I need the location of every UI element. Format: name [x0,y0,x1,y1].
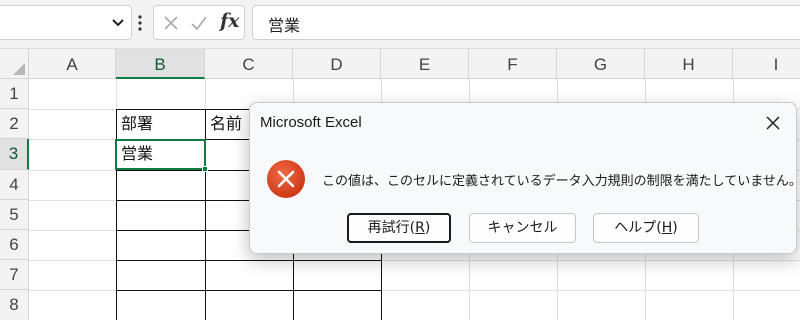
column-header-h[interactable]: H [645,49,733,79]
column-header-d[interactable]: D [293,49,381,79]
row-header-3[interactable]: 3 [0,139,29,170]
select-all-triangle-icon [13,63,25,75]
column-header-a[interactable]: A [29,49,116,79]
row-header-7[interactable]: 7 [0,260,29,290]
cell-c8[interactable] [205,290,294,320]
more-options-icon[interactable] [137,13,143,33]
cell-b7[interactable] [116,260,206,291]
row-header-1[interactable]: 1 [0,79,29,109]
cell-c7[interactable] [205,260,294,291]
cell-b5[interactable] [116,200,206,231]
row-header-4[interactable]: 4 [0,170,29,200]
help-button-paren: ) [672,220,678,236]
cell-d7[interactable] [293,260,382,291]
column-header-f[interactable]: F [469,49,557,79]
select-all-corner[interactable] [0,49,29,79]
retry-button-paren: ) [424,220,431,236]
cancel-icon[interactable] [162,14,180,32]
column-header-c[interactable]: C [205,49,293,79]
cell-b2-text: 部署 [121,114,154,133]
dialog-message: この値は、このセルに定義されているデータ入力規則の制限を満たしていません。 [322,174,800,189]
insert-function-icon[interactable]: fx [220,10,240,32]
column-header-e[interactable]: E [381,49,469,79]
help-button-accel: H [661,220,673,236]
formula-bar: fx 営業 [0,0,800,48]
row-header-2[interactable]: 2 [0,109,29,139]
row-header-5[interactable]: 5 [0,200,29,230]
formula-buttons: fx [153,5,245,40]
check-icon[interactable] [190,14,208,32]
row-header-6[interactable]: 6 [0,230,29,260]
help-button-label: ヘルプ( [614,220,662,236]
cell-b8[interactable] [116,290,206,320]
cell-b6[interactable] [116,230,206,261]
active-cell-cursor [115,139,208,172]
column-header-b[interactable]: B [116,49,205,79]
cancel-button[interactable]: キャンセル [469,213,576,243]
error-dialog: Microsoft Excel この値は、このセルに定義されているデータ入力規則… [249,102,800,254]
column-header-i[interactable]: I [733,49,800,79]
cell-b4[interactable] [116,170,206,201]
close-icon[interactable] [760,111,786,135]
retry-button[interactable]: 再試行(R) [347,213,451,243]
error-icon [267,160,305,198]
help-button[interactable]: ヘルプ(H) [593,213,699,243]
row-header-8[interactable]: 8 [0,290,29,320]
column-header-g[interactable]: G [557,49,645,79]
retry-button-accel: R [415,220,425,236]
fill-handle[interactable] [202,166,208,172]
formula-input[interactable]: 営業 [252,5,800,40]
name-box[interactable] [0,5,132,40]
cell-c2-text: 名前 [210,114,243,133]
cell-d8[interactable] [293,290,382,320]
chevron-down-icon[interactable] [111,14,125,30]
dialog-title: Microsoft Excel [260,114,362,131]
retry-button-label: 再試行( [367,220,416,236]
